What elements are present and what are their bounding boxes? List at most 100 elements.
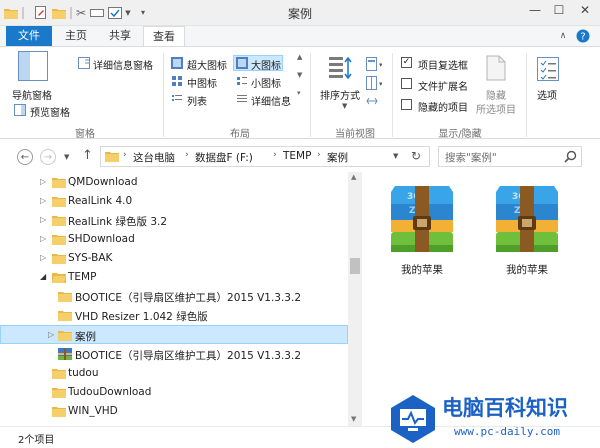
details-pane-button[interactable]: 详细信息窗格 bbox=[93, 57, 153, 72]
file-extensions-label[interactable]: 文件扩展名 bbox=[418, 78, 468, 93]
add-columns-icon[interactable]: ▾ bbox=[366, 76, 383, 93]
recent-locations-icon[interactable]: ▼ bbox=[64, 153, 69, 161]
tree-item[interactable]: ▷ RealLink 4.0 bbox=[0, 192, 348, 211]
scrollbar-thumb[interactable] bbox=[350, 258, 360, 274]
layout-more-icon[interactable]: ▾ bbox=[297, 89, 301, 97]
chevron-right-icon[interactable]: › bbox=[123, 150, 127, 160]
ribbon: 导航窗格 预览窗格 详细信息窗格 窗格 超大图标 大图标 中图标 小图标 列表 … bbox=[0, 46, 600, 140]
tree-item[interactable]: ▷ RealLink 绿色版 3.2 bbox=[0, 211, 348, 230]
scroll-up-icon[interactable]: ▲ bbox=[351, 173, 356, 181]
sort-dropdown-icon[interactable]: ▼ bbox=[342, 102, 347, 110]
hidden-items-label[interactable]: 隐藏的项目 bbox=[418, 99, 468, 114]
size-columns-icon[interactable] bbox=[366, 95, 378, 110]
preview-pane-button[interactable]: 预览窗格 bbox=[30, 104, 70, 119]
maximize-button[interactable]: ☐ bbox=[546, 0, 572, 20]
search-input[interactable]: 搜索"案例" bbox=[445, 150, 497, 165]
minimize-button[interactable]: — bbox=[522, 0, 548, 20]
cut-icon[interactable]: ✂ bbox=[74, 5, 88, 20]
tab-home[interactable]: 主页 bbox=[56, 26, 96, 46]
item-checkboxes-checkbox[interactable]: ✓ bbox=[401, 57, 412, 68]
help-icon[interactable]: ? bbox=[574, 27, 592, 45]
layout-scroll-down-icon[interactable]: ▼ bbox=[297, 71, 302, 79]
navigation-pane-button[interactable]: 导航窗格 bbox=[12, 87, 52, 102]
small-icons-icon bbox=[236, 75, 248, 90]
show-hide-group-label: 显示/隐藏 bbox=[438, 129, 482, 140]
details-pane-icon bbox=[78, 57, 90, 72]
large-icons-icon bbox=[236, 57, 248, 72]
search-icon[interactable] bbox=[564, 150, 577, 166]
tab-share[interactable]: 共享 bbox=[100, 26, 140, 46]
tree-item-label: VHD Resizer 1.042 绿色版 bbox=[75, 311, 208, 323]
folder-icon bbox=[58, 311, 72, 321]
breadcrumb-temp[interactable]: TEMP bbox=[283, 150, 311, 162]
file-item[interactable]: 360 ZIP 我的苹果 bbox=[377, 182, 467, 282]
new-folder-icon[interactable] bbox=[52, 5, 66, 20]
breadcrumb-current[interactable]: 案例 bbox=[327, 150, 348, 165]
tree-item[interactable]: ▷ QMDownload bbox=[0, 173, 348, 192]
back-button[interactable]: ← bbox=[17, 149, 33, 165]
dropdown-arrow-icon[interactable]: ▼ bbox=[124, 5, 132, 20]
checkbox-icon[interactable] bbox=[108, 5, 122, 20]
group-by-icon[interactable]: ▾ bbox=[366, 57, 383, 74]
expand-icon[interactable]: ▷ bbox=[40, 215, 46, 224]
tree-item[interactable]: BOOTICE（引导扇区维护工具）2015 V1.3.3.2 bbox=[0, 287, 348, 306]
refresh-icon[interactable]: ↻ bbox=[411, 149, 421, 163]
chevron-right-icon[interactable]: › bbox=[317, 150, 321, 160]
tab-view[interactable]: 查看 bbox=[143, 26, 185, 47]
tree-item[interactable]: tudou bbox=[0, 364, 348, 383]
rename-icon[interactable] bbox=[90, 5, 104, 20]
extra-large-icons-option[interactable]: 超大图标 bbox=[187, 57, 227, 72]
tree-item[interactable]: ▷ SHDownload bbox=[0, 230, 348, 249]
up-arrow-icon[interactable]: ↑ bbox=[82, 148, 93, 163]
navigation-scrollbar[interactable]: ▲ ▼ bbox=[348, 172, 362, 426]
navigation-pane-icon[interactable] bbox=[18, 51, 48, 84]
collapse-ribbon-icon[interactable]: ∧ bbox=[554, 26, 572, 46]
sort-by-icon[interactable] bbox=[327, 55, 353, 86]
customize-quick-access-icon[interactable]: ▾ bbox=[138, 5, 148, 20]
address-bar[interactable]: › 这台电脑 › 数据盘F (F:) › TEMP › 案例 ▼ ↻ bbox=[100, 146, 430, 167]
ribbon-tabs: 文件 主页 共享 查看 ∧ ? bbox=[0, 26, 600, 47]
tree-item[interactable]: ▷ SYS-BAK bbox=[0, 249, 348, 268]
layout-scroll-up-icon[interactable]: ▲ bbox=[297, 53, 302, 61]
hidden-items-checkbox[interactable] bbox=[401, 99, 412, 110]
tree-item-selected[interactable]: ▷ 案例 bbox=[0, 325, 348, 344]
tab-file[interactable]: 文件 bbox=[6, 26, 52, 46]
options-button[interactable]: 选项 bbox=[537, 87, 557, 102]
medium-icons-option[interactable]: 中图标 bbox=[187, 75, 217, 90]
tree-item[interactable]: TudouDownload bbox=[0, 383, 348, 402]
expand-icon[interactable]: ▷ bbox=[40, 196, 46, 205]
tree-item-label: SHDownload bbox=[68, 233, 135, 245]
file-item[interactable]: 360 ZIP 我的苹果 bbox=[482, 182, 572, 282]
item-checkboxes-label[interactable]: 项目复选框 bbox=[418, 57, 468, 72]
zip-archive-icon: 360 ZIP bbox=[496, 186, 558, 252]
tree-item[interactable]: VHD Resizer 1.042 绿色版 bbox=[0, 306, 348, 325]
hide-selected-icon[interactable] bbox=[486, 55, 506, 84]
breadcrumb-drive-f[interactable]: 数据盘F (F:) bbox=[195, 150, 253, 165]
scroll-down-icon[interactable]: ▼ bbox=[351, 415, 356, 423]
close-button[interactable]: ✕ bbox=[570, 0, 600, 20]
forward-button[interactable]: → bbox=[40, 149, 56, 165]
expand-icon[interactable]: ▷ bbox=[40, 234, 46, 243]
options-icon[interactable] bbox=[537, 57, 559, 84]
tree-item[interactable]: BOOTICE（引导扇区维护工具）2015 V1.3.3.2 bbox=[0, 345, 348, 364]
search-box[interactable]: 搜索"案例" bbox=[438, 146, 582, 167]
file-extensions-checkbox[interactable] bbox=[401, 78, 412, 89]
collapse-icon[interactable]: ◢ bbox=[40, 272, 46, 281]
expand-icon[interactable]: ▷ bbox=[48, 330, 54, 339]
details-option[interactable]: 详细信息 bbox=[251, 93, 291, 108]
properties-icon[interactable] bbox=[34, 5, 48, 20]
list-option[interactable]: 列表 bbox=[187, 93, 207, 108]
chevron-right-icon[interactable]: › bbox=[273, 150, 277, 160]
breadcrumb-this-pc[interactable]: 这台电脑 bbox=[133, 150, 175, 165]
chevron-right-icon[interactable]: › bbox=[185, 150, 189, 160]
tree-item-label: WIN_VHD bbox=[68, 405, 118, 417]
watermark-url: www.pc-daily.com bbox=[454, 425, 560, 438]
expand-icon[interactable]: ▷ bbox=[40, 177, 46, 186]
address-dropdown-icon[interactable]: ▼ bbox=[393, 152, 398, 160]
sort-by-button[interactable]: 排序方式 bbox=[320, 87, 360, 102]
large-icons-option[interactable]: 大图标 bbox=[251, 57, 281, 72]
tree-item[interactable]: WIN_VHD bbox=[0, 402, 348, 421]
tree-item[interactable]: ◢ TEMP bbox=[0, 268, 348, 287]
small-icons-option[interactable]: 小图标 bbox=[251, 75, 281, 90]
expand-icon[interactable]: ▷ bbox=[40, 253, 46, 262]
